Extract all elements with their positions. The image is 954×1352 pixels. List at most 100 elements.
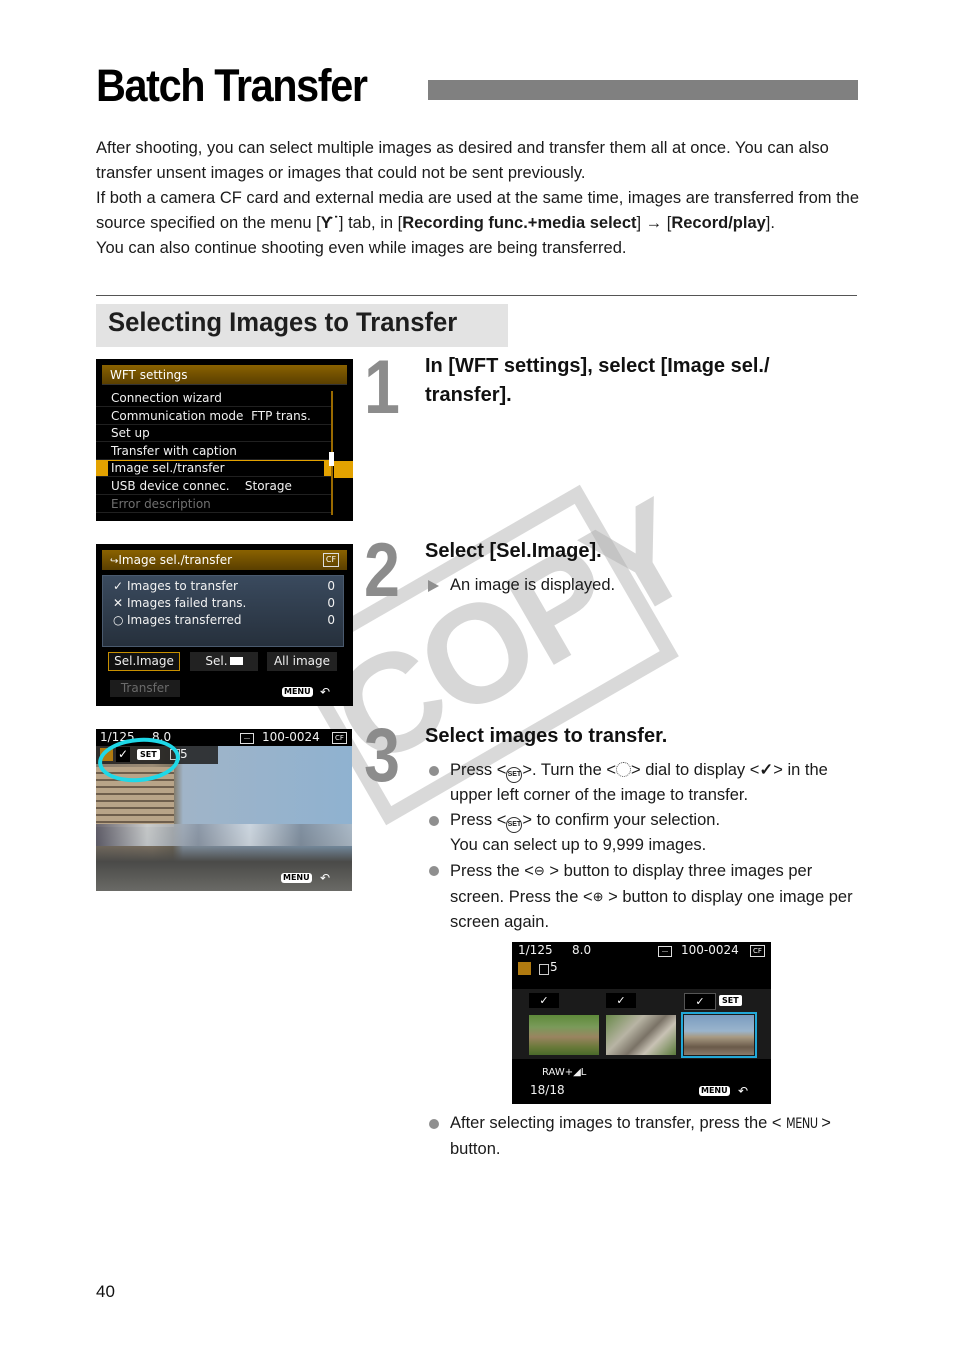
instruction-item: Press <SET> to confirm your selection. Y…	[425, 808, 865, 858]
cf-card-icon: CF	[323, 553, 339, 567]
transfer-icon	[518, 962, 531, 975]
menu-row-label: Communication mode	[111, 409, 244, 423]
bullet-icon	[429, 766, 439, 776]
thumbnail-check: ✓	[529, 993, 559, 1008]
return-icon: ↶	[738, 1084, 749, 1098]
screen-header: WFT settings	[102, 365, 347, 385]
three-image-playback-screen: 1/125 8.0 ― 100-0024 CF 5 ✓ ✓ ✓ SET RAW+…	[512, 942, 771, 1104]
instruction-text: After selecting images to transfer, pres…	[450, 1114, 782, 1132]
sel-image-button[interactable]: Sel.Image	[108, 652, 180, 671]
step-1-title: In [WFT settings], select [Image sel./ t…	[425, 355, 770, 406]
thumbnail-harbor-selected[interactable]	[681, 1012, 757, 1058]
set-button-icon: SET	[506, 817, 523, 833]
menu-row: Connection wizard	[96, 390, 332, 407]
bullet-icon	[429, 866, 439, 876]
quick-control-dial-icon	[615, 762, 631, 777]
image-index: 18/18	[530, 1083, 565, 1097]
thumbnail-check: ✓	[606, 993, 636, 1008]
step-number-2: 2	[364, 528, 400, 613]
photo-boats	[96, 824, 352, 846]
step-number-3: 3	[364, 713, 400, 798]
step-3-title: Select images to transfer.	[425, 725, 668, 747]
file-number: 100-0024	[262, 730, 320, 744]
instruction-item: Press <SET>. Turn the < > dial to display…	[425, 758, 865, 808]
sel-folder-label: Sel.	[205, 654, 228, 668]
menu-row-label: Error description	[111, 497, 211, 511]
scrollbar-thumb	[329, 452, 334, 466]
thumbnail-koala[interactable]	[606, 1015, 676, 1055]
intro-text-fragment: ].	[765, 214, 775, 232]
menu-row-label: Transfer with caption	[111, 444, 237, 458]
protect-icon: ―	[658, 946, 672, 957]
cf-card-icon: CF	[332, 732, 347, 744]
intro-text-fragment: ] → [	[636, 214, 672, 232]
divider	[96, 295, 857, 296]
intro-text-fragment: ] tab, in [	[338, 214, 403, 232]
menu-row: Communication mode FTP trans.	[96, 408, 332, 425]
instruction-item: After selecting images to transfer, pres…	[425, 1111, 865, 1162]
step-3-instructions: Press <SET>. Turn the < > dial to display…	[425, 758, 865, 935]
menu-row-label: Image sel./transfer	[111, 461, 225, 475]
intro-paragraph-3: You can also continue shooting even whil…	[96, 239, 627, 257]
menu-row-value: Storage	[244, 479, 292, 493]
intro-text: After shooting, you can select multiple …	[96, 136, 866, 261]
status-row: ✓ Images to transfer 0	[113, 578, 335, 595]
thumbnail-house[interactable]	[529, 1015, 599, 1055]
cf-card-icon: CF	[750, 945, 765, 957]
all-image-button[interactable]: All image	[267, 652, 337, 671]
shutter-speed: 1/125	[518, 943, 553, 957]
set-button-icon: SET	[506, 767, 523, 783]
menu-option-ref: Record/play	[671, 214, 766, 232]
instruction-text: Press <	[450, 761, 507, 779]
menu-row: Set up	[96, 425, 332, 442]
menu-row: USB device connec. Storage	[96, 478, 332, 495]
section-heading: Selecting Images to Transfer	[96, 304, 508, 347]
bullet-icon	[429, 1119, 439, 1129]
thumbnail-check: ✓	[684, 993, 716, 1010]
folder-icon	[229, 657, 243, 665]
menu-row-disabled: Error description	[96, 496, 332, 513]
page-number: 40	[96, 1282, 115, 1301]
result-item: An image is displayed.	[425, 573, 845, 598]
setup-tab-icon: Ƴ˙	[320, 214, 339, 232]
wft-settings-screen: WFT settings Connection wizard Communica…	[96, 359, 353, 521]
status-label: Images to transfer	[127, 579, 238, 593]
checkmark-icon: ✓	[759, 761, 774, 779]
intro-paragraph-2: If both a camera CF card and external me…	[96, 186, 866, 236]
step-3-final-instruction: After selecting images to transfer, pres…	[425, 1111, 865, 1162]
screen-header: ↪Image sel./transfer CF	[102, 550, 347, 570]
menu-item-ref: Recording func.+media select	[402, 214, 637, 232]
instruction-text: > to confirm your selection.	[522, 811, 721, 829]
result-text: An image is displayed.	[450, 576, 616, 594]
status-row: ✕ Images failed trans. 0	[113, 595, 335, 612]
status-value: 0	[327, 579, 335, 593]
instruction-text: >. Turn the <	[522, 761, 616, 779]
menu-row: Transfer with caption	[96, 443, 332, 460]
menu-row-label: Set up	[111, 426, 150, 440]
menu-row-label: USB device connec.	[111, 479, 230, 493]
menu-button-icon: MENU	[281, 873, 312, 883]
instruction-text: You can select up to 9,999 images.	[450, 836, 707, 854]
sel-folder-button[interactable]: Sel.	[190, 652, 258, 671]
status-label: Images transferred	[127, 613, 242, 627]
transfer-button[interactable]: Transfer	[110, 680, 180, 697]
result-arrow-icon	[428, 580, 439, 592]
instruction-text: > dial to display <	[630, 761, 760, 779]
image-count: 5	[550, 960, 558, 974]
step-number-1: 1	[364, 345, 400, 430]
selection-bar-end	[334, 461, 353, 478]
set-icon: SET	[719, 995, 742, 1006]
return-icon: ↶	[320, 871, 331, 885]
check-icon: ✓	[113, 579, 124, 593]
page-title: Batch Transfer	[96, 60, 368, 111]
instruction-text: Press <	[450, 811, 507, 829]
menu-button-icon: MENU	[785, 1116, 818, 1132]
zoom-in-icon: ⊕	[592, 889, 604, 904]
zoom-out-icon: ⊖	[533, 863, 545, 878]
menu-button-icon: MENU	[699, 1086, 730, 1096]
intro-paragraph-1: After shooting, you can select multiple …	[96, 139, 829, 182]
return-icon: ↶	[320, 685, 331, 699]
aperture: 8.0	[572, 943, 592, 957]
menu-button-icon: MENU	[282, 687, 313, 697]
menu-row-selected: Image sel./transfer	[96, 460, 332, 477]
